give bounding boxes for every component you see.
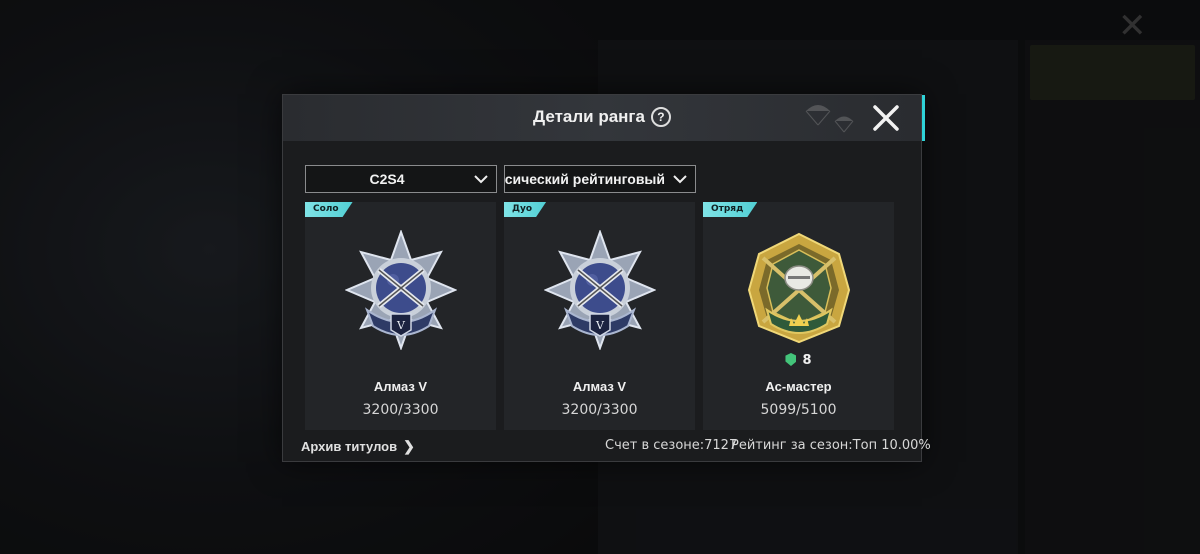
close-button[interactable] [869,99,903,137]
rank-points: 5099/5100 [760,402,837,418]
chevron-right-icon: ❯ [403,438,415,454]
season-score: Счет в сезоне:7127 [605,438,738,453]
rank-name: Алмаз V [572,379,627,394]
ace-master-emblem-icon [747,232,851,344]
title-archive-label: Архив титулов [301,439,398,454]
close-icon [873,105,899,131]
level-badge: 8 [703,353,894,368]
rank-card-solo[interactable]: Соло V Алмаз V 3200/3300 [305,202,496,430]
title-archive-link[interactable]: Архив титулов ❯ [301,438,415,455]
diamond-emblem-icon: V [544,230,656,350]
svg-text:V: V [595,319,605,332]
help-icon[interactable]: ? [650,107,671,127]
season-dropdown[interactable]: C2S4 [305,165,497,193]
season-rating: Рейтинг за сезон:Топ 10.00% [731,438,931,453]
mode-tag: Отряд [703,202,757,217]
rank-points: 3200/3300 [561,402,638,418]
dialog-header: Детали ранга? [283,95,925,141]
rank-name: Ас-мастер [765,379,832,394]
rank-card-duo[interactable]: Дуо V Алмаз V 3200/3300 [504,202,695,430]
mode-dropdown[interactable]: Классический рейтинговый [504,165,696,193]
svg-text:V: V [396,319,406,332]
season-dropdown-value: C2S4 [369,171,405,187]
rank-card-squad[interactable]: Отряд 8 Ас-мастер 5099/5100 [703,202,894,430]
mode-tag: Дуо [504,202,546,217]
parachute-decor-icon [805,105,854,133]
level-value: 8 [802,353,812,368]
rank-details-dialog: Детали ранга? C2S4 Классический рейтинго… [282,94,931,462]
chevron-down-icon [474,175,488,184]
dialog-accent [922,95,925,141]
level-shield-icon [785,353,797,366]
mode-tag: Соло [305,202,353,217]
dialog-title-text: Детали ранга [533,107,645,126]
rank-points: 3200/3300 [362,402,439,418]
mode-dropdown-value: Классический рейтинговый [505,171,665,187]
chevron-down-icon [673,175,687,184]
rank-name: Алмаз V [373,379,428,394]
diamond-emblem-icon: V [345,230,457,350]
